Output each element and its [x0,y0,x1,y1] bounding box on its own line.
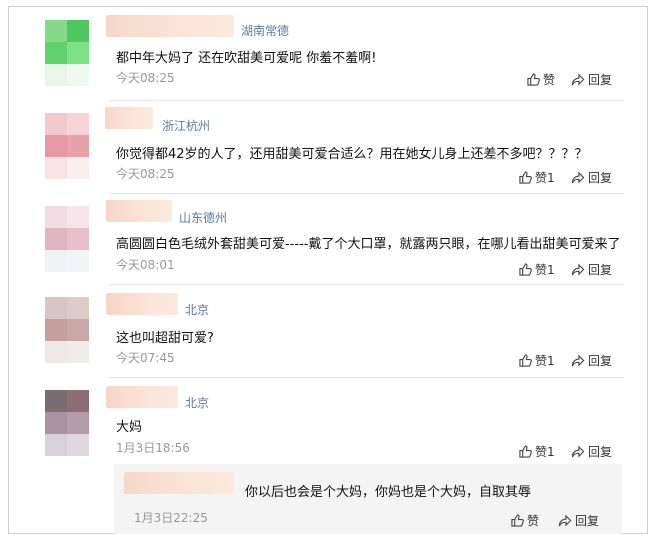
like-label: 赞1 [535,354,555,368]
reply-button[interactable]: 回复 [571,261,612,278]
divider [109,193,624,194]
reply-label: 回复 [588,171,613,185]
like-button[interactable]: 赞1 [519,443,555,460]
like-button[interactable]: 赞1 [519,261,555,278]
username[interactable] [124,472,234,494]
thumbs-up-icon [511,514,524,527]
thumbs-up-icon [519,171,532,184]
divider [109,284,624,285]
avatar[interactable] [45,113,89,179]
like-label: 赞1 [535,445,555,459]
avatar[interactable] [45,20,89,86]
share-arrow-icon [571,263,585,276]
username[interactable] [105,107,153,129]
like-button[interactable]: 赞1 [519,169,555,186]
location-label: 北京 [185,303,210,317]
reply-time: 1月3日22:25 [134,511,208,525]
like-label: 赞1 [535,263,555,277]
avatar[interactable] [45,297,89,363]
divider [109,100,624,101]
reply-button[interactable]: 回复 [571,71,612,88]
reply-button[interactable]: 回复 [558,512,599,529]
username[interactable] [106,15,234,37]
reply-text: 你以后也会是个大妈，你妈也是个大妈，自取其辱 [245,485,532,500]
comment-time: 1月3日18:56 [116,441,190,455]
thumbs-up-icon [519,445,532,458]
reply-label: 回复 [575,514,600,528]
comment-text: 大妈 [116,420,143,435]
reply-thread: 你以后也会是个大妈，你妈也是个大妈，自取其辱 1月3日22:25 赞 回复 [114,464,622,534]
comment-text: 都中年大妈了 还在吹甜美可爱呢 你羞不羞啊! [116,51,377,66]
share-arrow-icon [571,445,585,458]
username[interactable] [106,293,178,315]
username[interactable] [106,200,172,222]
avatar[interactable] [45,390,89,456]
like-button[interactable]: 赞 [511,512,539,529]
share-arrow-icon [571,73,585,86]
share-arrow-icon [571,171,585,184]
location-label: 浙江杭州 [162,119,211,133]
share-arrow-icon [571,354,585,367]
reply-label: 回复 [588,445,613,459]
comment-text: 你觉得都42岁的人了，还用甜美可爱合适么？用在她女儿身上还差不多吧？？？？ [116,147,588,162]
reply-button[interactable]: 回复 [571,352,612,369]
location-label: 湖南常德 [241,24,290,38]
location-label: 山东德州 [179,211,228,225]
like-label: 赞 [543,73,556,87]
location-label: 北京 [185,396,210,410]
like-button[interactable]: 赞 [527,71,555,88]
thumbs-up-icon [527,73,540,86]
reply-label: 回复 [588,354,613,368]
comment-time: 今天08:01 [116,258,175,272]
thumbs-up-icon [519,354,532,367]
share-arrow-icon [558,514,572,527]
divider [109,377,624,378]
like-label: 赞 [527,514,540,528]
username[interactable] [106,386,178,408]
thumbs-up-icon [519,263,532,276]
reply-label: 回复 [588,73,613,87]
comment-time: 今天08:25 [116,167,175,181]
comment-text: 高圆圆白色毛绒外套甜美可爱-----戴了个大口罩，就露两只眼，在哪儿看出甜美可爱… [116,237,621,252]
avatar[interactable] [45,206,89,272]
comment-time: 今天08:25 [116,71,175,85]
reply-button[interactable]: 回复 [571,443,612,460]
comment-text: 这也叫超甜可爱? [116,331,214,346]
comment-list: 湖南常德 都中年大妈了 还在吹甜美可爱呢 你羞不羞啊! 今天08:25 赞 回复… [8,6,648,534]
reply-button[interactable]: 回复 [571,169,612,186]
comment-time: 今天07:45 [116,351,175,365]
like-label: 赞1 [535,171,555,185]
reply-label: 回复 [588,263,613,277]
like-button[interactable]: 赞1 [519,352,555,369]
